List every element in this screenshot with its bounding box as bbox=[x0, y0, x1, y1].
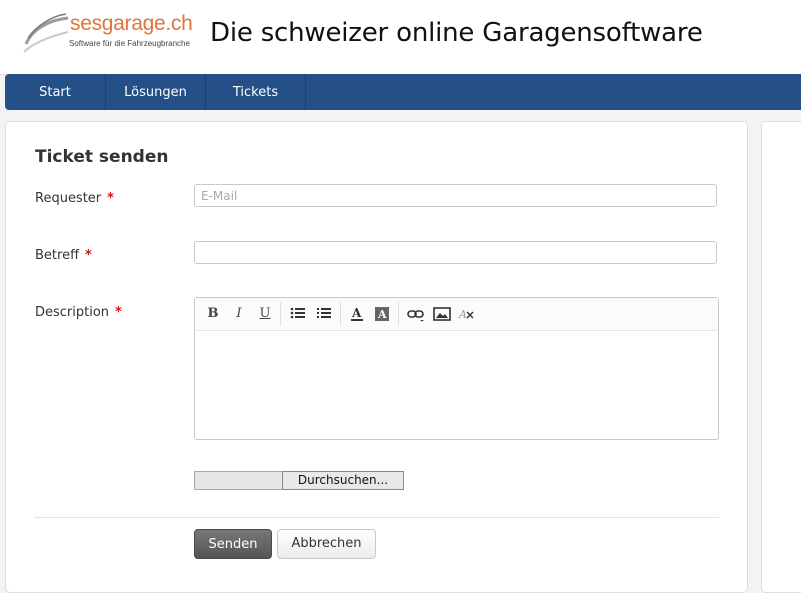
bold-button[interactable]: B bbox=[204, 306, 222, 322]
requester-label: Requester * bbox=[35, 191, 114, 206]
description-label-text: Description bbox=[35, 305, 110, 320]
toolbar-separator bbox=[340, 302, 341, 326]
form-divider bbox=[34, 517, 719, 518]
description-label: Description * bbox=[35, 305, 122, 320]
ticket-form-panel: Ticket senden Requester * Betreff * Descri… bbox=[5, 121, 748, 593]
side-panel bbox=[761, 121, 801, 593]
logo-name: sesgarage.ch bbox=[70, 12, 193, 35]
link-icon[interactable] bbox=[407, 306, 425, 322]
svg-text:A: A bbox=[458, 308, 467, 321]
nav-item-tickets[interactable]: Tickets bbox=[206, 74, 306, 110]
browse-file-button[interactable]: Durchsuchen... bbox=[282, 471, 404, 490]
required-mark: * bbox=[115, 305, 122, 320]
submit-button[interactable]: Senden bbox=[194, 529, 272, 559]
svg-text:A: A bbox=[351, 306, 362, 320]
car-swoosh-icon bbox=[23, 13, 69, 53]
editor-toolbar: B I U A A A bbox=[195, 298, 718, 331]
site-header: sesgarage.ch Software für die Fahrzeugbr… bbox=[0, 0, 801, 75]
nav-item-loesungen[interactable]: Lösungen bbox=[106, 74, 206, 110]
editor-content-area[interactable] bbox=[195, 331, 718, 439]
bullet-list-icon[interactable] bbox=[289, 306, 307, 322]
required-mark: * bbox=[107, 191, 114, 206]
site-title: Die schweizer online Garagensoftware bbox=[210, 18, 703, 48]
file-path-field[interactable] bbox=[194, 471, 282, 490]
underline-button[interactable]: U bbox=[256, 306, 274, 322]
subject-label-text: Betreff bbox=[35, 248, 80, 263]
svg-text:A: A bbox=[377, 308, 387, 321]
italic-button[interactable]: I bbox=[230, 306, 248, 322]
font-color-icon[interactable]: A bbox=[348, 306, 366, 322]
toolbar-separator bbox=[398, 302, 399, 326]
background-color-icon[interactable]: A bbox=[373, 306, 391, 322]
subject-label: Betreff * bbox=[35, 248, 92, 263]
form-title: Ticket senden bbox=[35, 147, 169, 167]
image-icon[interactable] bbox=[433, 306, 451, 322]
requester-label-text: Requester bbox=[35, 191, 102, 206]
required-mark: * bbox=[85, 248, 92, 263]
subject-input[interactable] bbox=[194, 241, 717, 264]
cancel-button[interactable]: Abbrechen bbox=[277, 529, 376, 559]
description-editor: B I U A A A bbox=[194, 297, 719, 440]
main-navbar: Start Lösungen Tickets bbox=[5, 74, 801, 110]
logo-tagline: Software für die Fahrzeugbranche bbox=[69, 39, 190, 48]
toolbar-separator bbox=[280, 302, 281, 326]
clear-format-icon[interactable]: A bbox=[458, 306, 476, 322]
site-logo[interactable]: sesgarage.ch Software für die Fahrzeugbr… bbox=[22, 10, 202, 62]
nav-item-start[interactable]: Start bbox=[5, 74, 106, 110]
numbered-list-icon[interactable] bbox=[315, 306, 333, 322]
requester-email-input[interactable] bbox=[194, 184, 717, 207]
